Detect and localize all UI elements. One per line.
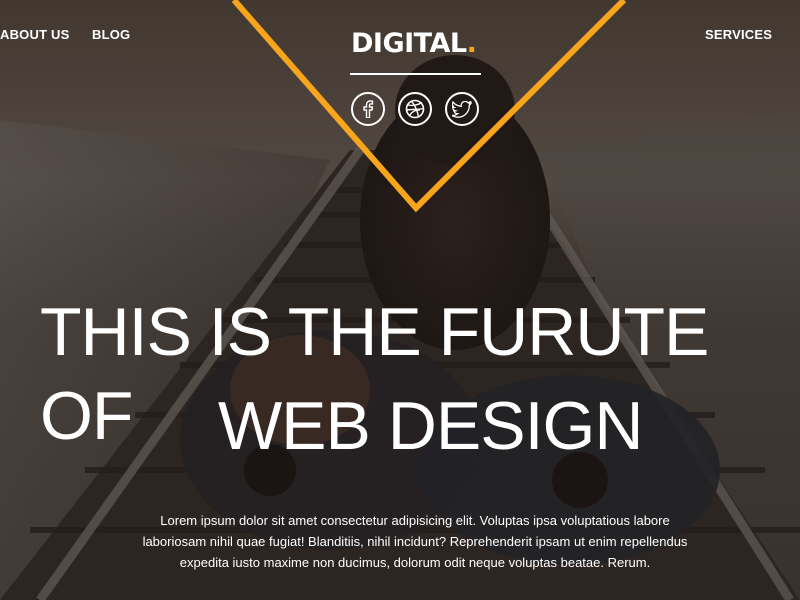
twitter-icon bbox=[452, 100, 472, 118]
dribbble-icon bbox=[405, 99, 425, 119]
nav-link-blog[interactable]: BLOG bbox=[92, 27, 130, 42]
headline-line-2: WEB DESIGN bbox=[218, 388, 643, 464]
site-logo[interactable]: DIGITAL. bbox=[351, 26, 481, 62]
twitter-link[interactable] bbox=[445, 92, 479, 126]
dribbble-link[interactable] bbox=[398, 92, 432, 126]
logo-underline bbox=[350, 73, 481, 75]
hero-lead-paragraph: Lorem ipsum dolor sit amet consectetur a… bbox=[142, 513, 688, 570]
facebook-icon bbox=[363, 100, 374, 118]
nav-link-about-us[interactable]: ABOUT US bbox=[0, 27, 70, 42]
hero-section: ABOUT US BLOG SERVICES DIGITAL. THIS IS … bbox=[0, 0, 800, 600]
logo-text: DIGITAL bbox=[351, 28, 467, 59]
hero-headline: THIS IS THE FURUTE OF WEB DESIGN bbox=[0, 290, 800, 490]
nav-link-services[interactable]: SERVICES bbox=[705, 27, 772, 42]
facebook-link[interactable] bbox=[351, 92, 385, 126]
logo-dot: . bbox=[466, 28, 477, 59]
